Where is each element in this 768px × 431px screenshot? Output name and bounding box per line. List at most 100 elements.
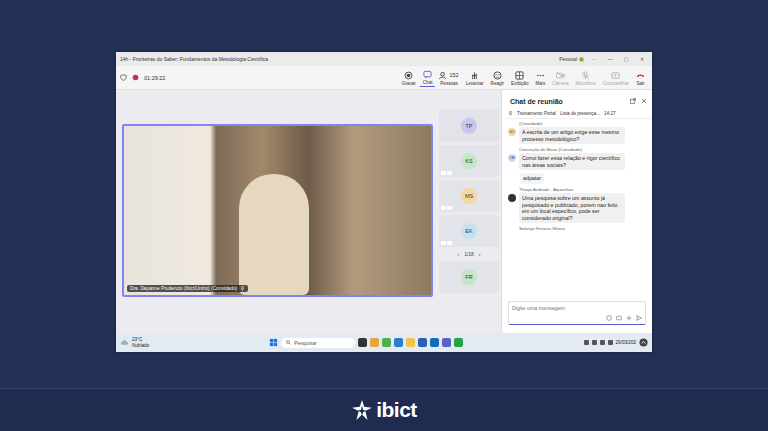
reply-body: adpatar	[519, 173, 544, 184]
toolbar-icon	[493, 71, 502, 80]
taskbar-app-icon[interactable]	[454, 338, 463, 347]
participant-tile[interactable]: KS	[439, 145, 499, 177]
message-input[interactable]	[512, 305, 642, 311]
sender-name: Solange Ferreira Silvino	[519, 226, 565, 231]
toolbar-button[interactable]: Gravar	[399, 70, 419, 87]
toolbar-button[interactable]: 152Pessoas	[436, 70, 461, 87]
meeting-window: 14h - Fronteiras do Saber: Fundamentos d…	[116, 52, 652, 352]
close-chat-button[interactable]	[641, 98, 647, 105]
muted-indicators	[441, 241, 452, 245]
tray-icon[interactable]	[608, 340, 613, 345]
speaker-name: Dra. Dayanne Prudencio (Ibict/Unirio) (C…	[130, 286, 237, 291]
taskbar: 23°CNublado Pesquisar 29/03/202	[116, 333, 652, 352]
chat-header: Chat de reunião	[502, 90, 652, 109]
button-icon-row	[636, 71, 645, 80]
participant-tile[interactable]: EK	[439, 215, 499, 247]
toolbar-icon	[611, 71, 620, 80]
send-icon	[636, 315, 642, 321]
toolbar-button[interactable]: Sair	[633, 70, 648, 87]
button-icon-row	[470, 71, 479, 80]
tray-date: 29/03/202	[616, 340, 636, 345]
shield-icon	[120, 74, 127, 81]
taskbar-app-icon[interactable]	[442, 338, 451, 347]
chat-message: CMConceição de Maria (Convidado)Como faz…	[508, 147, 646, 170]
toolbar-button[interactable]: Reagir	[488, 70, 508, 87]
toolbar-icon	[470, 71, 479, 80]
toolbar-button: Câmera	[549, 70, 571, 87]
taskbar-app-icon[interactable]	[418, 338, 427, 347]
toolbar-button[interactable]: Levantar	[463, 70, 487, 87]
toolbar-button[interactable]: Chat	[420, 69, 436, 87]
button-icon-row	[515, 71, 524, 80]
window-control[interactable]: —	[604, 56, 616, 62]
popout-button[interactable]	[630, 98, 636, 105]
window-control[interactable]: ✕	[636, 56, 648, 62]
participant-avatar: TP	[461, 118, 477, 134]
taskbar-app-icon[interactable]	[394, 338, 403, 347]
toolbar-button: Compartilhar	[600, 70, 632, 87]
button-icon-row	[423, 70, 432, 79]
message-body: Thiago Andrade - AquarelizeUma pesquisa …	[519, 187, 625, 223]
taskbar-app-icon[interactable]	[430, 338, 439, 347]
taskbar-app-icon[interactable]	[370, 338, 379, 347]
window-control[interactable]: ···	[588, 56, 600, 62]
chat-panel: Chat de reunião Treinamento Portal Lista d…	[501, 90, 652, 333]
button-icon-row: 152	[439, 71, 458, 80]
taskbar-search[interactable]: Pesquisar	[281, 338, 355, 348]
profile[interactable]: Pessoal	[559, 56, 584, 62]
meeting-stage: Dra. Dayanne Prudencio (Ibict/Unirio) (C…	[116, 90, 437, 333]
chat-message: GC(Convidado)A escrita de um artigo exig…	[508, 121, 646, 144]
message-bubble: A escrita de um artigo exige esse mesmo …	[519, 127, 625, 144]
toolbar-button[interactable]: Mais	[532, 70, 548, 87]
tray-icon[interactable]	[600, 340, 605, 345]
pinned-item[interactable]: Lista de presença...	[560, 111, 600, 116]
plus-icon	[626, 315, 632, 321]
logo-text: ibict	[376, 398, 417, 422]
muted-indicators	[441, 206, 452, 210]
button-label: Exibição	[511, 81, 528, 86]
window-title: 14h - Fronteiras do Saber: Fundamentos d…	[120, 56, 555, 62]
pager-next[interactable]: ›	[479, 251, 481, 257]
button-icon-row	[493, 71, 502, 80]
windows-start-icon	[269, 338, 278, 347]
participant-avatar: FR	[461, 269, 477, 285]
button-label: Mais	[535, 81, 545, 86]
toolbar-button[interactable]: Exibição	[508, 70, 531, 87]
button-icon-row	[581, 71, 590, 80]
compose-tools	[512, 315, 642, 321]
pinned-item[interactable]: 14:27	[604, 111, 616, 116]
participant-tile[interactable]: MS	[439, 180, 499, 212]
chat-compose	[508, 301, 646, 325]
toolbar-icon	[423, 70, 432, 79]
participant-tile[interactable]: TP	[439, 110, 499, 142]
button-label: Reagir	[491, 81, 505, 86]
tray-icon[interactable]	[592, 340, 597, 345]
speaker-figure	[239, 174, 309, 295]
pager-prev[interactable]: ‹	[457, 251, 459, 257]
popout-icon	[630, 98, 636, 104]
message-bubble: Como fazer essa relação e rigor científi…	[519, 153, 625, 170]
participant-tile[interactable]: FR	[439, 261, 499, 293]
system-tray: 29/03/202	[584, 338, 648, 347]
participant-avatar: MS	[461, 188, 477, 204]
recording-icon	[132, 74, 139, 81]
toolbar-icon	[515, 71, 524, 80]
button-label: Sair	[636, 81, 644, 86]
weather-widget[interactable]: 23°CNublado	[120, 337, 149, 347]
taskbar-app-icon[interactable]	[406, 338, 415, 347]
button-label: Levantar	[466, 81, 484, 86]
gif-icon	[616, 315, 622, 321]
toolbar-icon	[404, 71, 413, 80]
profile-icon	[579, 57, 584, 62]
meeting-toolbar: 01:29:22GravarChat152PessoasLevantarReag…	[116, 66, 652, 90]
emoji-icon	[606, 315, 612, 321]
sender-avatar: CM	[508, 154, 516, 162]
window-control[interactable]: ▢	[620, 56, 632, 62]
button-icon-row	[536, 71, 545, 80]
tray-icon[interactable]	[584, 340, 589, 345]
speaker-name-label: Dra. Dayanne Prudencio (Ibict/Unirio) (C…	[127, 285, 248, 292]
chat-message: Thiago Andrade - AquarelizeUma pesquisa …	[508, 187, 646, 223]
pinned-item[interactable]: Treinamento Portal	[517, 111, 556, 116]
taskbar-app-icon[interactable]	[358, 338, 367, 347]
taskbar-app-icon[interactable]	[382, 338, 391, 347]
